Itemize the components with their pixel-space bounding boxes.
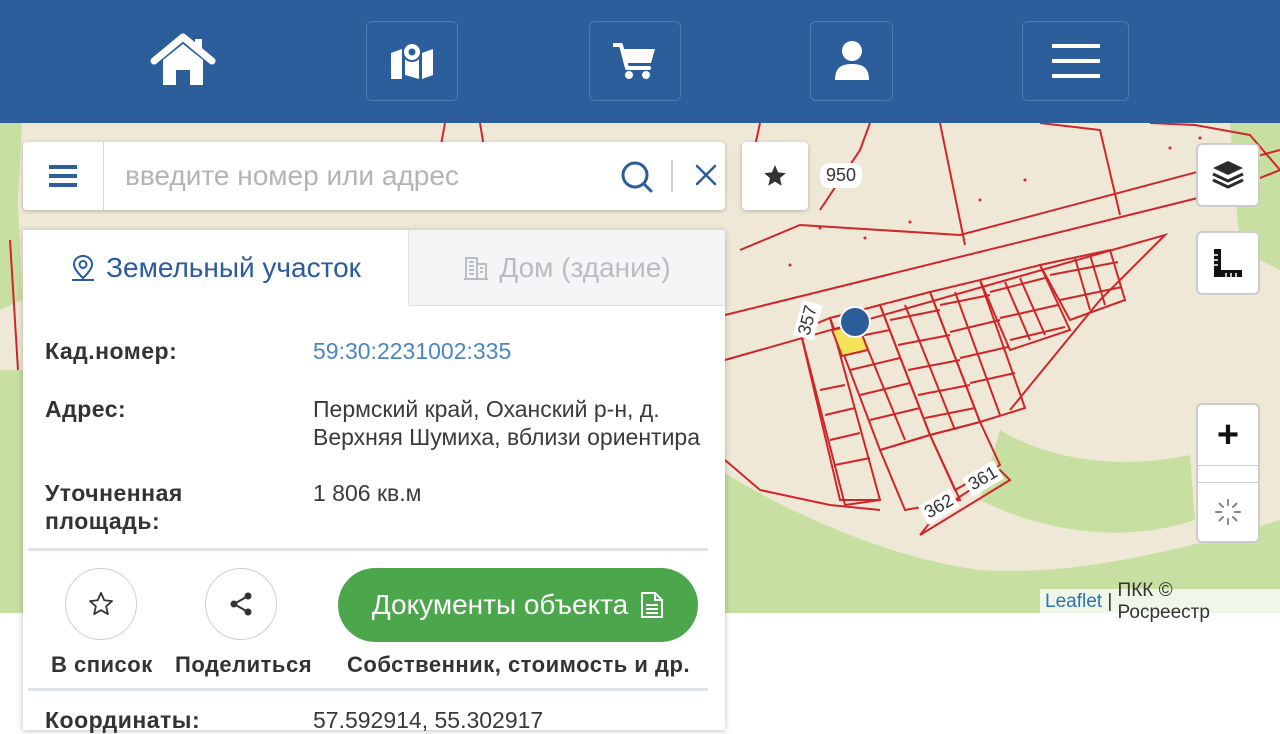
locate-button[interactable] bbox=[1198, 483, 1258, 541]
documents-subtitle: Собственник, стоимость и др. bbox=[347, 652, 691, 677]
address-value: Пермский край, Оханский р-н, д. Верхняя … bbox=[313, 395, 713, 451]
menu-button[interactable] bbox=[1022, 21, 1129, 101]
home-icon bbox=[150, 33, 216, 85]
attribution-separator: | bbox=[1102, 591, 1118, 612]
home-button[interactable] bbox=[140, 21, 226, 101]
search-divider bbox=[671, 160, 673, 192]
documents-button[interactable]: Документы объекта bbox=[338, 568, 698, 642]
measure-button[interactable] bbox=[1196, 231, 1260, 295]
share-label: Поделиться bbox=[175, 652, 313, 677]
clear-search-button[interactable] bbox=[693, 162, 719, 193]
favorites-button[interactable] bbox=[742, 142, 808, 210]
documents-button-label: Документы объекта bbox=[371, 589, 629, 620]
address-line-2: Верхняя Шумиха, вблизи ориентира bbox=[313, 424, 701, 450]
parcel-info-panel: Земельный участок Дом (здание) Кад.номер… bbox=[23, 230, 725, 733]
coords-label: Координаты: bbox=[45, 707, 201, 733]
area-label: Уточненная площадь: bbox=[45, 479, 183, 535]
map-pin-icon bbox=[70, 254, 96, 282]
search-menu-button[interactable] bbox=[23, 142, 104, 210]
map-attribution: Leaflet | ПКК © Росреестр bbox=[1040, 580, 1280, 623]
list-menu-icon bbox=[49, 165, 77, 187]
search-icon bbox=[621, 161, 653, 193]
area-label-line-2: площадь: bbox=[45, 508, 161, 534]
cart-icon bbox=[613, 43, 655, 79]
cart-button[interactable] bbox=[589, 21, 681, 101]
building-icon bbox=[463, 255, 489, 281]
search-bar: введите номер или адрес bbox=[23, 142, 725, 210]
zoom-divider bbox=[1198, 466, 1258, 483]
search-input[interactable]: введите номер или адрес bbox=[125, 160, 459, 192]
tab-land-plot-label: Земельный участок bbox=[106, 252, 361, 283]
leaflet-link[interactable]: Leaflet bbox=[1045, 591, 1102, 613]
coords-value: 57.592914, 55.302917 bbox=[313, 707, 544, 733]
section-divider bbox=[28, 548, 708, 551]
layers-icon bbox=[1212, 161, 1244, 189]
cad-number-value[interactable]: 59:30:2231002:335 bbox=[313, 337, 713, 365]
search-button[interactable] bbox=[620, 160, 654, 199]
star-icon bbox=[764, 165, 786, 186]
map-icon bbox=[391, 42, 433, 79]
zoom-control: + bbox=[1196, 403, 1260, 543]
parcel-label: 950 bbox=[820, 163, 863, 188]
address-label: Адрес: bbox=[45, 396, 127, 422]
document-icon bbox=[640, 591, 664, 619]
zoom-in-button[interactable]: + bbox=[1198, 405, 1258, 466]
tab-building-label: Дом (здание) bbox=[499, 251, 671, 283]
area-label-line-1: Уточненная bbox=[45, 480, 183, 506]
star-outline-icon bbox=[89, 592, 113, 616]
hamburger-menu-icon bbox=[1051, 44, 1100, 78]
tab-land-plot[interactable]: Земельный участок bbox=[23, 230, 408, 306]
share-icon bbox=[230, 592, 252, 616]
profile-button[interactable] bbox=[810, 21, 893, 101]
share-button[interactable] bbox=[205, 568, 277, 640]
map-button[interactable] bbox=[366, 21, 458, 101]
user-icon bbox=[834, 41, 869, 80]
attribution-text: ПКК © Росреестр bbox=[1117, 580, 1210, 623]
address-line-1: Пермский край, Оханский р-н, д. bbox=[313, 396, 660, 422]
cad-number-label: Кад.номер: bbox=[45, 338, 178, 364]
loading-spinner-icon bbox=[1215, 499, 1241, 525]
top-navbar bbox=[0, 0, 1280, 123]
layers-button[interactable] bbox=[1196, 143, 1260, 207]
close-icon bbox=[695, 164, 717, 186]
add-to-list-label: В список bbox=[51, 652, 153, 677]
tab-building[interactable]: Дом (здание) bbox=[408, 230, 725, 306]
section-divider bbox=[28, 688, 708, 691]
add-to-list-button[interactable] bbox=[65, 568, 137, 640]
ruler-icon bbox=[1214, 249, 1242, 277]
area-value: 1 806 кв.м bbox=[313, 480, 422, 506]
